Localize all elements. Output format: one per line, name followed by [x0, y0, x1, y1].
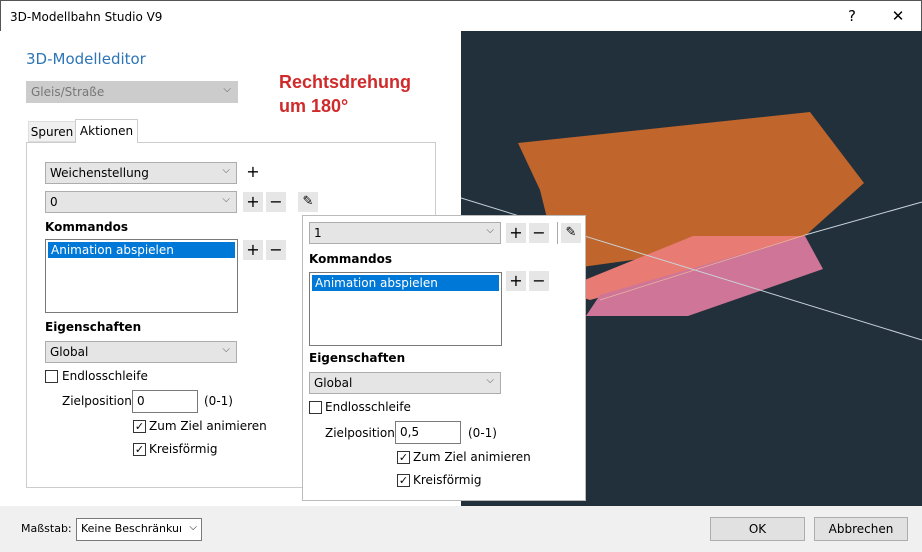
chevron-down-icon: ⌵: [222, 165, 230, 176]
edit-icon[interactable]: ✎: [561, 223, 581, 243]
list-item[interactable]: Animation abspielen: [312, 275, 499, 291]
loop-label: Endlosschleife: [62, 369, 148, 383]
overlay-animate-label: Zum Ziel animieren: [413, 450, 531, 464]
scope-select[interactable]: Global ⌵: [45, 341, 237, 363]
overlay-add-command-button[interactable]: +: [506, 271, 526, 291]
tab-spuren[interactable]: Spuren: [28, 121, 76, 142]
circular-checkbox[interactable]: ✓: [133, 443, 146, 456]
chevron-down-icon: ⌵: [486, 375, 494, 386]
category-value: Gleis/Straße: [31, 85, 105, 99]
close-button[interactable]: ✕: [875, 1, 921, 32]
scale-label: Maßstab:: [21, 522, 72, 535]
loop-checkbox[interactable]: [45, 370, 58, 383]
editor-heading: 3D-Modelleditor: [26, 50, 146, 68]
remove-command-button[interactable]: −: [266, 240, 286, 260]
overlay-remove-state-button[interactable]: −: [529, 223, 549, 243]
range-label: (0-1): [204, 394, 233, 408]
overlay-target-label: Zielposition:: [325, 426, 399, 440]
category-select: Gleis/Straße ⌵: [26, 81, 238, 103]
action-select[interactable]: Weichenstellung ⌵: [45, 162, 237, 184]
overlay-circular-label: Kreisförmig: [413, 473, 482, 487]
remove-state-button[interactable]: −: [266, 192, 286, 212]
state-select[interactable]: 0 ⌵: [45, 191, 237, 213]
overlay-loop-label: Endlosschleife: [325, 400, 411, 414]
overlay-target-input[interactable]: 0,5: [395, 421, 461, 444]
overlay-commands-label: Kommandos: [309, 252, 392, 266]
help-button[interactable]: ?: [829, 1, 875, 32]
annotation: Rechtsdrehung um 180°: [279, 72, 412, 116]
circular-label: Kreisförmig: [149, 442, 218, 456]
overlay-panel: 1 ⌵ + − ✎ Kommandos Animation abspielen +…: [302, 215, 586, 501]
separator: [557, 222, 558, 244]
overlay-loop-checkbox[interactable]: [309, 401, 322, 414]
overlay-remove-command-button[interactable]: −: [529, 271, 549, 291]
chevron-down-icon: ⌵: [486, 225, 494, 236]
chevron-down-icon: ⌵: [222, 344, 230, 355]
commands-list[interactable]: Animation abspielen: [45, 239, 238, 313]
commands-label: Kommandos: [45, 220, 128, 234]
add-state-button[interactable]: +: [243, 192, 263, 212]
target-input[interactable]: 0: [132, 390, 198, 413]
ok-button[interactable]: OK: [710, 517, 805, 541]
add-action-button[interactable]: +: [243, 162, 263, 182]
target-label: Zielposition:: [62, 394, 136, 408]
footer: Maßstab: Keine Beschränkung⌵ OK Abbreche…: [0, 506, 922, 552]
overlay-animate-checkbox[interactable]: ✓: [397, 451, 410, 464]
chevron-down-icon: ⌵: [222, 194, 230, 205]
scale-select[interactable]: Keine Beschränkung⌵: [76, 518, 202, 541]
chevron-down-icon: ⌵: [223, 84, 231, 95]
tab-aktionen[interactable]: Aktionen: [75, 119, 138, 143]
animate-checkbox[interactable]: ✓: [133, 420, 146, 433]
chevron-down-icon: ⌵: [189, 522, 197, 533]
overlay-properties-label: Eigenschaften: [309, 351, 406, 365]
animate-label: Zum Ziel animieren: [149, 419, 267, 433]
list-item[interactable]: Animation abspielen: [48, 242, 235, 258]
edit-icon[interactable]: ✎: [298, 192, 318, 212]
overlay-range-label: (0-1): [468, 426, 497, 440]
overlay-add-state-button[interactable]: +: [506, 223, 526, 243]
overlay-state-select[interactable]: 1 ⌵: [309, 222, 501, 244]
window-title: 3D-Modellbahn Studio V9: [10, 10, 163, 24]
title-bar: 3D-Modellbahn Studio V9 ? ✕: [0, 0, 922, 31]
add-command-button[interactable]: +: [243, 240, 263, 260]
overlay-circular-checkbox[interactable]: ✓: [397, 474, 410, 487]
properties-label: Eigenschaften: [45, 320, 142, 334]
cancel-button[interactable]: Abbrechen: [814, 517, 908, 541]
overlay-commands-list[interactable]: Animation abspielen: [309, 272, 502, 346]
overlay-scope-select[interactable]: Global ⌵: [309, 372, 501, 394]
